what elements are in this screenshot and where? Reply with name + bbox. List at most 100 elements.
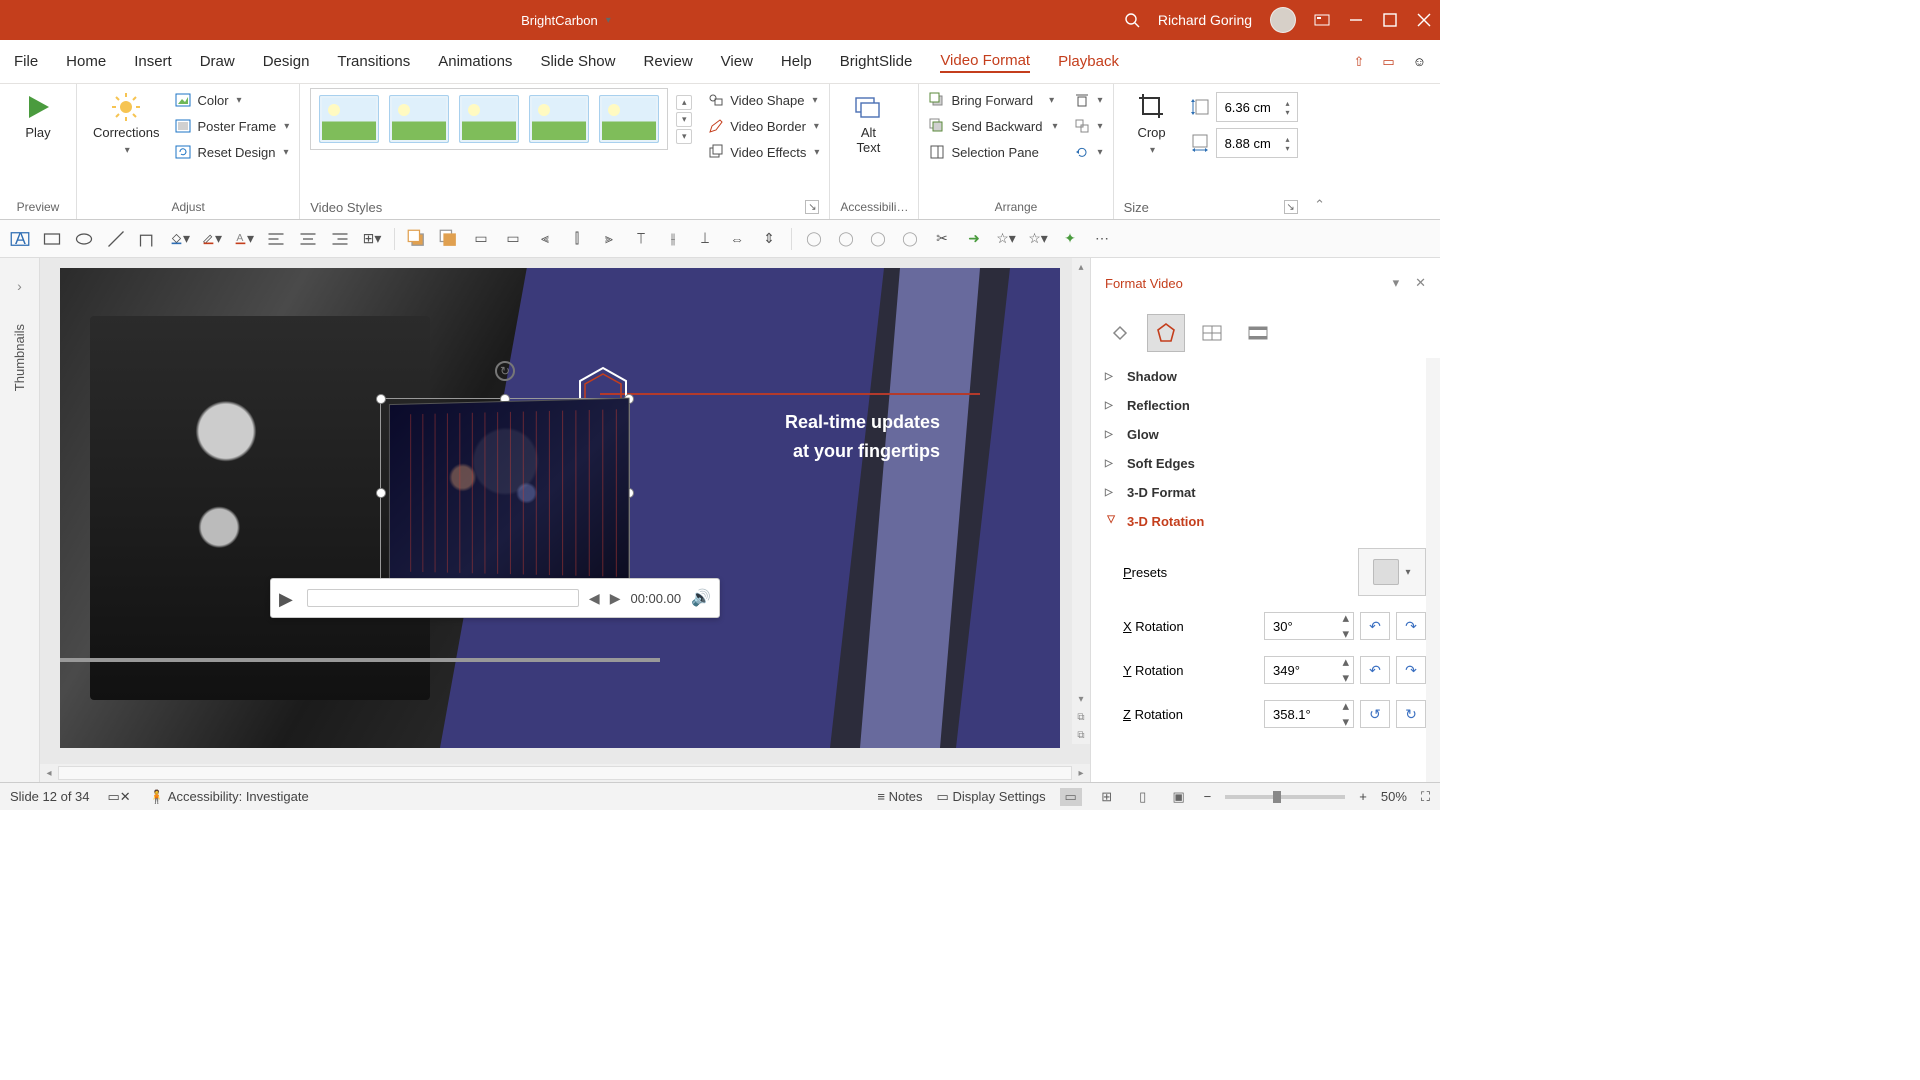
zoom-level[interactable]: 50% [1381,789,1407,804]
style-thumb-3[interactable] [459,95,519,143]
rotate-z-left-icon[interactable]: ↺ [1360,700,1390,728]
qat-line-icon[interactable] [106,229,126,249]
dialog-launcher-icon[interactable]: ↘ [805,200,819,214]
zoom-in-icon[interactable]: + [1359,789,1367,804]
qat-freeform-icon[interactable] [138,229,158,249]
qat-oval-icon[interactable] [74,229,94,249]
qat-fragment-icon[interactable]: ◯ [868,229,888,249]
normal-view-icon[interactable]: ▭ [1060,788,1082,806]
z-rotation-input[interactable]: 358.1°▴▾ [1264,700,1354,728]
qat-rectangle-icon[interactable] [42,229,62,249]
tab-home[interactable]: Home [66,51,106,72]
category-effects-icon[interactable] [1147,314,1185,352]
reset-design-button[interactable]: Reset Design▾ [175,142,289,162]
slide-counter[interactable]: Slide 12 of 34 [10,789,90,804]
resize-handle-tl[interactable] [376,394,386,404]
selection-pane-button[interactable]: Selection Pane [929,142,1057,162]
section-3d-format[interactable]: ▷3-D Format [1101,478,1430,507]
width-input[interactable]: 8.88 cm▴▾ [1216,128,1298,158]
horizontal-scrollbar[interactable]: ◂ ▸ [40,764,1090,782]
qat-bring-forward-icon[interactable]: ▭ [471,229,491,249]
tab-insert[interactable]: Insert [134,51,172,72]
style-thumb-4[interactable] [529,95,589,143]
pane-options-icon[interactable]: ▾ [1393,275,1400,291]
qat-send-back-icon[interactable] [439,229,459,249]
qat-align-objects-middle-icon[interactable]: ⫲ [663,229,683,249]
corrections-button[interactable]: Corrections ▾ [87,88,165,160]
rotate-x-right-icon[interactable]: ↷ [1396,612,1426,640]
pane-close-icon[interactable]: ✕ [1415,275,1426,291]
category-video-icon[interactable] [1239,314,1277,352]
style-thumb-5[interactable] [599,95,659,143]
prev-slide-icon[interactable]: ⧉ [1072,708,1090,726]
minimize-button[interactable] [1348,12,1364,28]
tab-transitions[interactable]: Transitions [337,51,410,72]
qat-animation3-icon[interactable]: ✦ [1060,229,1080,249]
qat-textbox-icon[interactable]: A [10,229,30,249]
height-input[interactable]: 6.36 cm▴▾ [1216,92,1298,122]
search-icon[interactable] [1124,12,1140,28]
section-soft-edges[interactable]: ▷Soft Edges [1101,449,1430,478]
section-reflection[interactable]: ▷Reflection [1101,391,1430,420]
qat-overflow-icon[interactable]: ⋯ [1092,229,1112,249]
style-thumb-1[interactable] [319,95,379,143]
media-prev-icon[interactable]: ◀ [589,590,600,607]
qat-align-objects-right-icon[interactable]: ⫸ [599,229,619,249]
qat-animation-icon[interactable]: ☆▾ [996,229,1016,249]
qat-align-objects-bottom-icon[interactable]: ⟘ [695,229,715,249]
accessibility-status[interactable]: 🧍 Accessibility: Investigate [149,789,309,805]
close-button[interactable] [1416,12,1432,28]
qat-align-left-icon[interactable] [266,229,286,249]
align-button[interactable]: ▾ [1074,90,1103,110]
rotate-z-right-icon[interactable]: ↻ [1396,700,1426,728]
spell-check-icon[interactable]: ▭✕ [108,789,131,805]
smiley-icon[interactable]: ☺ [1413,54,1426,69]
maximize-button[interactable] [1382,12,1398,28]
qat-combine-icon[interactable]: ◯ [836,229,856,249]
media-play-icon[interactable]: ▶ [279,589,297,607]
rotation-handle[interactable] [495,361,515,381]
qat-fill-icon[interactable]: ▾ [170,229,190,249]
qat-align-center-icon[interactable] [298,229,318,249]
qat-crop-icon[interactable]: ✂ [932,229,952,249]
poster-frame-button[interactable]: Poster Frame▾ [175,116,289,136]
tab-brightslide[interactable]: BrightSlide [840,51,913,72]
send-backward-button[interactable]: Send Backward▾ [929,116,1057,136]
qat-align-objects-left-icon[interactable]: ⫷ [535,229,555,249]
qat-outline-icon[interactable]: ▾ [202,229,222,249]
rotate-button[interactable]: ▾ [1074,142,1103,162]
video-selection-box[interactable] [380,398,630,588]
sorter-view-icon[interactable]: ⊞ [1096,788,1118,806]
presets-dropdown[interactable]: ▾ [1358,548,1426,596]
qat-distribute-v-icon[interactable]: ⇕ [759,229,779,249]
media-next-icon[interactable]: ▶ [610,590,621,607]
tab-draw[interactable]: Draw [200,51,235,72]
qat-font-color-icon[interactable]: A▾ [234,229,254,249]
dialog-launcher-icon[interactable]: ↘ [1284,200,1298,214]
zoom-out-icon[interactable]: − [1204,789,1212,804]
scroll-left-icon[interactable]: ◂ [40,768,58,779]
slide[interactable]: Real-time updates at your fingertips ▶ [60,268,1060,748]
qat-distribute-h-icon[interactable]: ⇔ [727,229,747,249]
media-progress-track[interactable] [307,589,579,607]
video-effects-button[interactable]: Video Effects▾ [708,142,819,162]
qat-align-middle-icon[interactable]: ⊞▾ [362,229,382,249]
category-size-icon[interactable] [1193,314,1231,352]
volume-icon[interactable]: 🔊 [691,588,711,608]
user-avatar[interactable] [1270,7,1296,33]
tab-video-format[interactable]: Video Format [940,50,1030,73]
qat-animation2-icon[interactable]: ☆▾ [1028,229,1048,249]
qat-align-right-icon[interactable] [330,229,350,249]
tab-slideshow[interactable]: Slide Show [540,51,615,72]
style-thumb-2[interactable] [389,95,449,143]
tab-view[interactable]: View [721,51,753,72]
section-shadow[interactable]: ▷Shadow [1101,362,1430,391]
tab-animations[interactable]: Animations [438,51,512,72]
qat-bring-front-icon[interactable] [407,229,427,249]
tab-design[interactable]: Design [263,51,310,72]
thumbnails-panel[interactable]: › Thumbnails [0,258,40,782]
expand-thumbnails-icon[interactable]: › [17,278,22,294]
notes-button[interactable]: ≡ Notes [877,789,922,804]
qat-align-objects-top-icon[interactable]: ⟙ [631,229,651,249]
share-icon[interactable]: ⇧ [1354,54,1365,70]
